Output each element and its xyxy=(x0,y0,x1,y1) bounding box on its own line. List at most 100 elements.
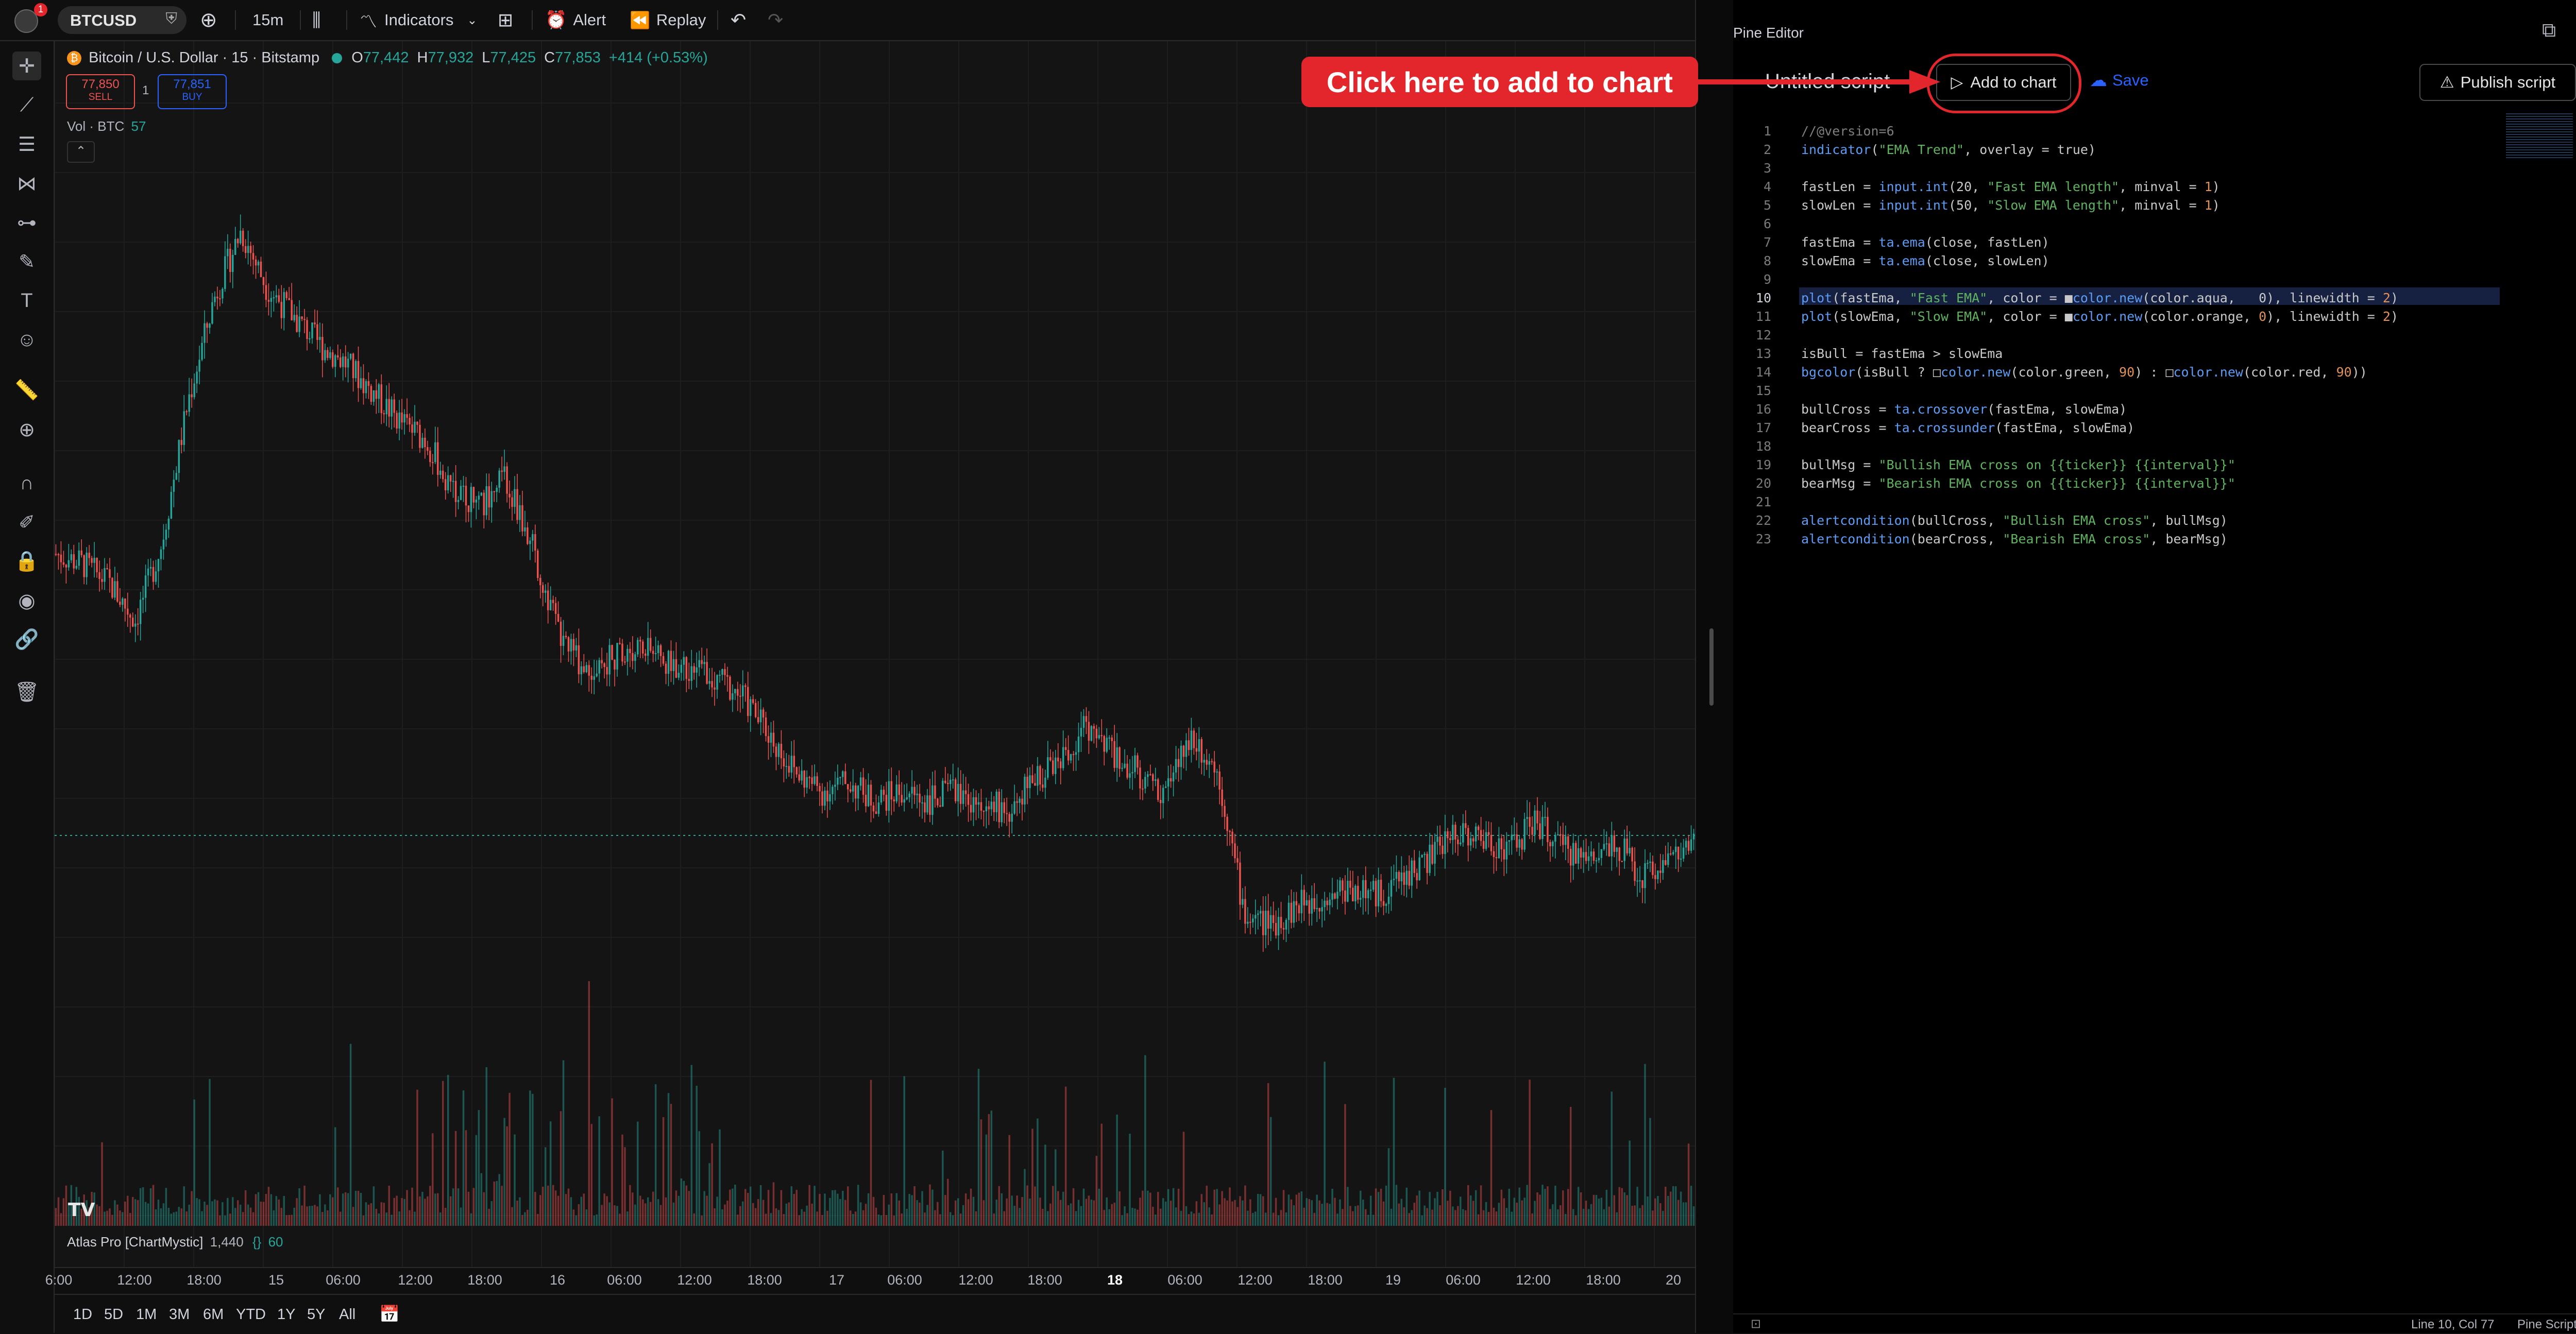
lock-drawings-icon[interactable]: ✐ xyxy=(12,508,41,537)
code-area[interactable]: 1 //@version=6 2 indicator("EMA Trend", ove… xyxy=(1733,113,2576,1308)
emoji-icon[interactable]: ☺ xyxy=(12,326,41,354)
range-1d[interactable]: 1D xyxy=(73,1306,92,1323)
trash-icon[interactable]: 🗑 xyxy=(12,678,41,707)
sell-button[interactable]: 77,850 SELL xyxy=(66,74,135,109)
candle-body xyxy=(962,790,964,804)
compare-plus-icon[interactable]: ⊕ xyxy=(200,7,217,33)
range-6m[interactable]: 6M xyxy=(203,1306,224,1323)
brush-icon[interactable]: ✎ xyxy=(12,247,41,276)
lock-icon[interactable]: 🔒 xyxy=(12,547,41,576)
candle-body xyxy=(580,666,583,675)
candle-body xyxy=(1137,755,1139,768)
candle-body xyxy=(737,689,739,696)
volume-bar xyxy=(1106,1197,1108,1226)
candle-body xyxy=(1070,754,1072,761)
resize-handle[interactable] xyxy=(1709,628,1714,706)
buy-button[interactable]: 77,851 BUY xyxy=(158,74,227,109)
range-5d[interactable]: 5D xyxy=(104,1306,123,1323)
price-chart[interactable]: ₿ Bitcoin / U.S. Dollar · 15 · Bitstamp … xyxy=(55,41,1695,1267)
text-icon[interactable]: T xyxy=(12,286,41,315)
pattern-icon[interactable]: ⋈ xyxy=(12,169,41,198)
candle-body xyxy=(216,296,218,299)
candle-body xyxy=(1042,784,1044,788)
forecast-icon[interactable]: ⊶ xyxy=(12,208,41,237)
range-1m[interactable]: 1M xyxy=(136,1306,157,1323)
volume-bar xyxy=(544,1147,547,1226)
chevron-down-icon: ⌄ xyxy=(467,13,478,27)
volume-bar xyxy=(519,1197,521,1226)
volume-bar xyxy=(1077,1200,1080,1226)
candle-body xyxy=(1021,798,1023,805)
collapse-legend-button[interactable]: ⌃ xyxy=(67,141,95,163)
volume-bar xyxy=(1672,1186,1674,1226)
indicators-button[interactable]: 〽 Indicators ⌄ xyxy=(360,7,478,33)
candle-body xyxy=(1149,774,1151,776)
interval-button[interactable]: 15m xyxy=(252,7,283,33)
candle-body xyxy=(1011,813,1013,822)
volume-bar xyxy=(1006,1198,1008,1226)
panel-splitter[interactable] xyxy=(1695,0,1734,1333)
trend-line-icon[interactable]: ⟋ xyxy=(12,91,41,119)
candle-body xyxy=(801,771,803,781)
low-value: 77,425 xyxy=(490,49,536,66)
volume-bar xyxy=(934,1210,936,1226)
goto-date-icon[interactable]: 📅 xyxy=(379,1304,400,1324)
range-3m[interactable]: 3M xyxy=(169,1306,190,1323)
candle-body xyxy=(232,254,234,272)
volume-bar xyxy=(1244,1185,1246,1226)
volume-bar xyxy=(1190,1211,1193,1226)
candle-body xyxy=(1574,843,1577,864)
minimap[interactable] xyxy=(2506,113,2573,160)
zoom-in-icon[interactable]: ⊕ xyxy=(12,415,41,444)
alert-button[interactable]: ⏰ Alert xyxy=(545,7,606,33)
range-1y[interactable]: 1Y xyxy=(277,1306,295,1323)
volume-bar xyxy=(160,1208,162,1226)
candle-body xyxy=(270,298,273,302)
time-tick: 20 xyxy=(1665,1272,1682,1288)
undo-icon[interactable]: ↶ xyxy=(731,7,746,33)
candle-body xyxy=(1460,842,1462,845)
publish-script-button[interactable]: ⚠ Publish script xyxy=(2419,64,2576,101)
candle-body xyxy=(857,785,859,799)
volume-bar xyxy=(1155,1215,1157,1226)
candle-body xyxy=(137,623,139,625)
volume-bar xyxy=(432,1133,434,1226)
candle-body xyxy=(1516,834,1518,848)
candle-body xyxy=(457,500,460,502)
replay-button[interactable]: ⏪ Replay xyxy=(630,7,706,33)
eye-icon[interactable]: ◉ xyxy=(12,586,41,615)
save-button[interactable]: ☁ Save xyxy=(2090,70,2149,91)
crosshair-icon[interactable]: ✛ xyxy=(12,52,41,80)
console-icon[interactable]: ⊡ xyxy=(1751,1316,1761,1331)
dock-panel-icon[interactable]: ⧉ xyxy=(2542,20,2556,42)
volume-bar xyxy=(349,1044,352,1226)
volume-bar xyxy=(239,1204,242,1226)
candles-icon[interactable]: ⫼ xyxy=(312,7,321,33)
candle-body xyxy=(1106,738,1108,752)
time-axis[interactable]: 6:00 12:00 18:00 15 06:00 12:00 18:00 16 06:00 12… xyxy=(45,1267,1695,1294)
range-all[interactable]: All xyxy=(339,1306,355,1323)
volume-bar xyxy=(749,1186,752,1226)
link-icon[interactable]: 🔗 xyxy=(12,625,41,654)
magnet-icon[interactable]: ∩ xyxy=(12,469,41,498)
volume-bar xyxy=(167,1207,170,1226)
volume-bar xyxy=(1021,1197,1023,1226)
candle-body xyxy=(193,383,195,398)
volume-bar xyxy=(1649,1118,1651,1226)
candle-body xyxy=(993,801,995,812)
layouts-grid-icon[interactable]: ⊞ xyxy=(498,7,513,33)
ruler-icon[interactable]: 📏 xyxy=(12,376,41,405)
code-line: alertcondition(bullCross, "Bullish EMA c… xyxy=(1801,513,2228,528)
range-ytd[interactable]: YTD xyxy=(236,1306,266,1323)
candle-body xyxy=(1464,823,1467,828)
candle-body xyxy=(726,675,728,677)
candle-body xyxy=(672,659,675,671)
line-number: 14 xyxy=(1755,365,1771,380)
candle-body xyxy=(1344,890,1346,902)
candle-body xyxy=(173,480,175,492)
redo-icon[interactable]: ↷ xyxy=(768,7,783,33)
symbol-search-button[interactable]: BTCUSD ⛨ xyxy=(58,6,187,34)
range-5y[interactable]: 5Y xyxy=(307,1306,325,1323)
candle-body xyxy=(175,473,178,480)
fib-lines-icon[interactable]: ☰ xyxy=(12,130,41,159)
